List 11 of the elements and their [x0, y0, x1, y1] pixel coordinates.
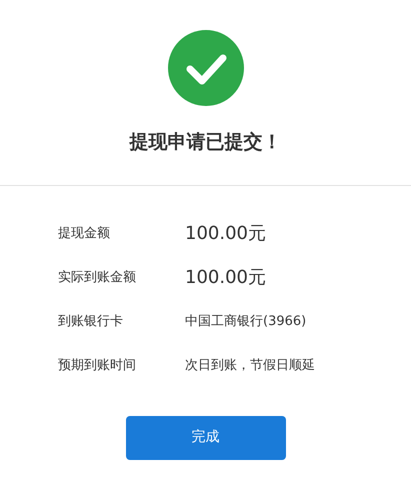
- check-circle-icon: [168, 30, 244, 106]
- field-label: 实际到账金额: [58, 268, 137, 287]
- field-label: 到账银行卡: [58, 312, 124, 331]
- success-title: 提现申请已提交！: [130, 130, 282, 155]
- field-label: 预期到账时间: [58, 356, 137, 375]
- field-value: 次日到账，节假日顺延: [185, 356, 315, 375]
- field-value: 中国工商银行(3966): [185, 312, 306, 331]
- field-value: 100.00元: [185, 266, 266, 290]
- field-value: 100.00元: [185, 222, 266, 246]
- field-label: 提现金额: [58, 224, 111, 243]
- done-button[interactable]: 完成: [126, 416, 286, 460]
